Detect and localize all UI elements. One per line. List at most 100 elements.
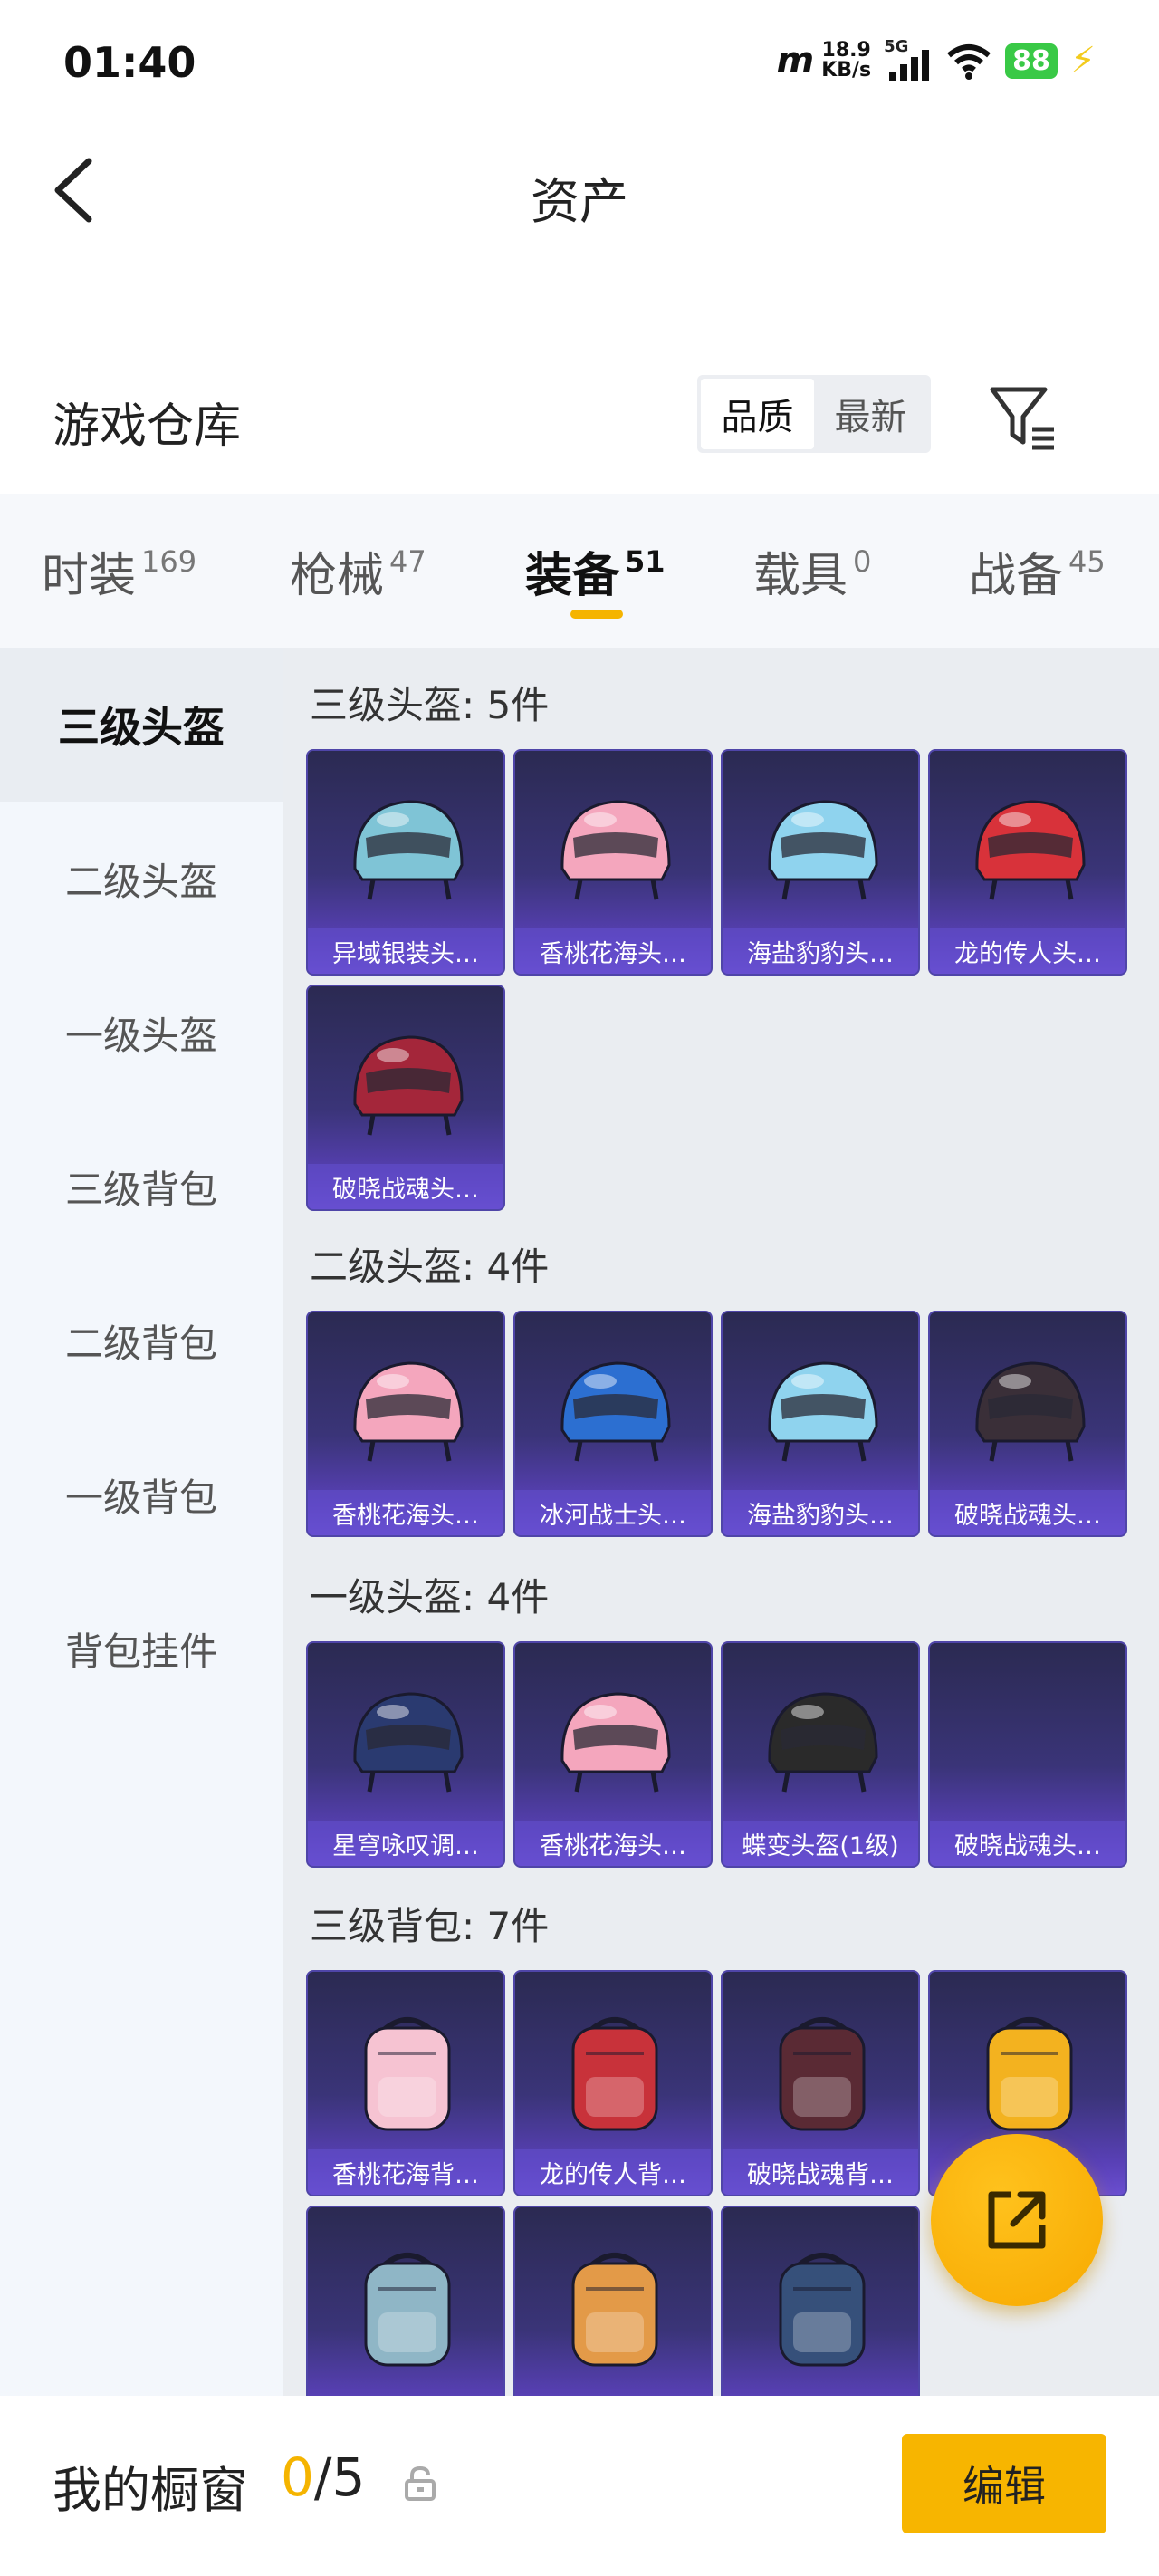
tab-weapons[interactable]: 枪械 47 [290,537,426,605]
status-time: 01:40 [63,38,196,87]
helmet-icon [768,1692,878,1793]
item-name: 龙的传人头… [930,928,1125,974]
sidebar-item-level1-helmet[interactable]: 一级头盔 [0,956,283,1110]
item-name: 香桃花海头… [515,928,711,974]
item-name: 星穹咏叹调… [308,1821,503,1866]
tab-label: 战备 [969,549,1064,603]
item-card[interactable] [721,2206,920,2396]
sidebar-item-backpack-charm[interactable]: 背包挂件 [0,1572,283,1725]
helmet-icon [353,1361,464,1462]
section-title: 三级头盔: 5件 [310,683,550,727]
tab-count: 45 [1068,544,1106,579]
item-name: 异域银装头… [308,928,503,974]
warehouse-title: 游戏仓库 [53,399,242,454]
sidebar-item-level3-backpack[interactable]: 三级背包 [0,1110,283,1264]
warehouse-bar: 游戏仓库 品质 最新 [0,362,1159,494]
sidebar-item-level2-helmet[interactable]: 二级头盔 [0,802,283,956]
network-speed: 18.9 KB/s [821,41,871,81]
item-card[interactable]: 异域银装头… [306,749,505,976]
item-card[interactable]: 香桃花海背… [306,1970,505,2196]
item-card[interactable]: 蝶变头盔(1级) [721,1641,920,1868]
item-card[interactable]: 星穹咏叹调… [306,1641,505,1868]
section-title: 二级头盔: 4件 [310,1245,550,1289]
wifi-icon [947,44,991,80]
backpack-icon [364,2017,451,2131]
tab-count: 169 [141,544,197,579]
item-name: 香桃花海头… [515,1821,711,1866]
helmet-icon [768,800,878,900]
subcategory-sidebar: 三级头盔 二级头盔 一级头盔 三级背包 二级背包 一级背包 背包挂件 [0,648,283,2396]
helmet-icon [560,1361,671,1462]
sidebar-item-level1-backpack[interactable]: 一级背包 [0,1418,283,1572]
helmet-icon [975,1361,1086,1462]
item-card[interactable]: 破晓战魂头… [928,1641,1127,1868]
item-card[interactable]: 冰河战士头… [513,1311,713,1537]
showcase-count: 0/5 [281,2446,365,2508]
signal-icon: 5G [884,37,933,81]
network-speed-value: 18.9 [821,39,871,62]
network-logo-icon: m [776,40,815,82]
backpack-icon [779,2253,866,2367]
item-card[interactable] [306,2206,505,2396]
tab-label: 载具 [753,549,848,603]
tab-count: 51 [625,544,666,579]
item-name: 蝶变头盔(1级) [723,1821,918,1866]
item-card[interactable]: 破晓战魂头… [306,985,505,1211]
sidebar-item-level2-backpack[interactable]: 二级背包 [0,1264,283,1418]
item-name: 破晓战魂背… [723,2149,918,2195]
item-card[interactable]: 龙的传人头… [928,749,1127,976]
backpack-icon [571,2253,658,2367]
item-card[interactable]: 海盐豹豹头… [721,749,920,976]
backpack-icon [986,2017,1073,2131]
network-speed-unit: KB/s [821,59,872,82]
item-name: 海盐豹豹头… [723,928,918,974]
item-card[interactable]: 香桃花海头… [306,1311,505,1537]
helmet-icon [975,800,1086,900]
helmet-icon [560,1692,671,1793]
tab-gear[interactable]: 战备 45 [969,537,1106,605]
backpack-icon [779,2017,866,2131]
showcase-count-current: 0 [281,2446,314,2508]
tab-count: 0 [853,544,872,579]
item-card[interactable]: 龙的传人背… [513,1970,713,2196]
share-icon [988,2191,1046,2249]
sidebar-item-level3-helmet[interactable]: 三级头盔 [0,648,283,802]
item-name: 破晓战魂头… [308,1164,503,1209]
tab-label: 时装 [42,549,137,603]
item-card[interactable]: 香桃花海头… [513,1641,713,1868]
sort-quality-button[interactable]: 品质 [701,379,814,449]
tab-fashion[interactable]: 时装 169 [42,537,196,605]
item-card[interactable]: 破晓战魂头… [928,1311,1127,1537]
showcase-count-separator: / [313,2446,332,2508]
section-title: 一级头盔: 4件 [310,1575,550,1620]
item-name: 破晓战魂头… [930,1490,1125,1535]
tab-equipment[interactable]: 装备 51 [525,537,666,605]
item-card[interactable]: 破晓战魂背… [721,1970,920,2196]
item-name: 海盐豹豹头… [723,1490,918,1535]
item-name: 冰河战士头… [515,1490,711,1535]
helmet-icon [353,1692,464,1793]
helmet-icon [560,800,671,900]
item-name: 龙的传人背… [515,2149,711,2195]
tab-vehicles[interactable]: 载具 0 [753,537,871,605]
page-title: 资产 [531,173,628,230]
item-card[interactable]: 香桃花海头… [513,749,713,976]
filter-icon[interactable] [987,382,1059,453]
sort-toggle: 品质 最新 [697,375,931,453]
helmet-icon [353,800,464,900]
item-card[interactable] [513,2206,713,2396]
sort-newest-button[interactable]: 最新 [814,379,927,449]
helmet-icon [768,1361,878,1462]
showcase-count-total: 5 [331,2446,366,2508]
edit-button[interactable]: 编辑 [902,2434,1106,2533]
section-title: 三级背包: 7件 [310,1904,550,1948]
item-name: 破晓战魂头… [930,1821,1125,1866]
battery-level: 88 [1005,43,1058,79]
item-name: 香桃花海背… [308,2149,503,2195]
lock-icon [405,2465,436,2501]
backpack-icon [364,2253,451,2367]
item-card[interactable]: 海盐豹豹头… [721,1311,920,1537]
item-grid-area: 三级头盔: 5件 异域银装头… 香桃花海头… 海盐豹豹头… 龙的传人头… 破晓战魂头… 二级… [283,648,1159,2396]
share-button[interactable] [931,2134,1103,2306]
showcase-bar: 我的橱窗 0/5 编辑 [0,2396,1159,2576]
